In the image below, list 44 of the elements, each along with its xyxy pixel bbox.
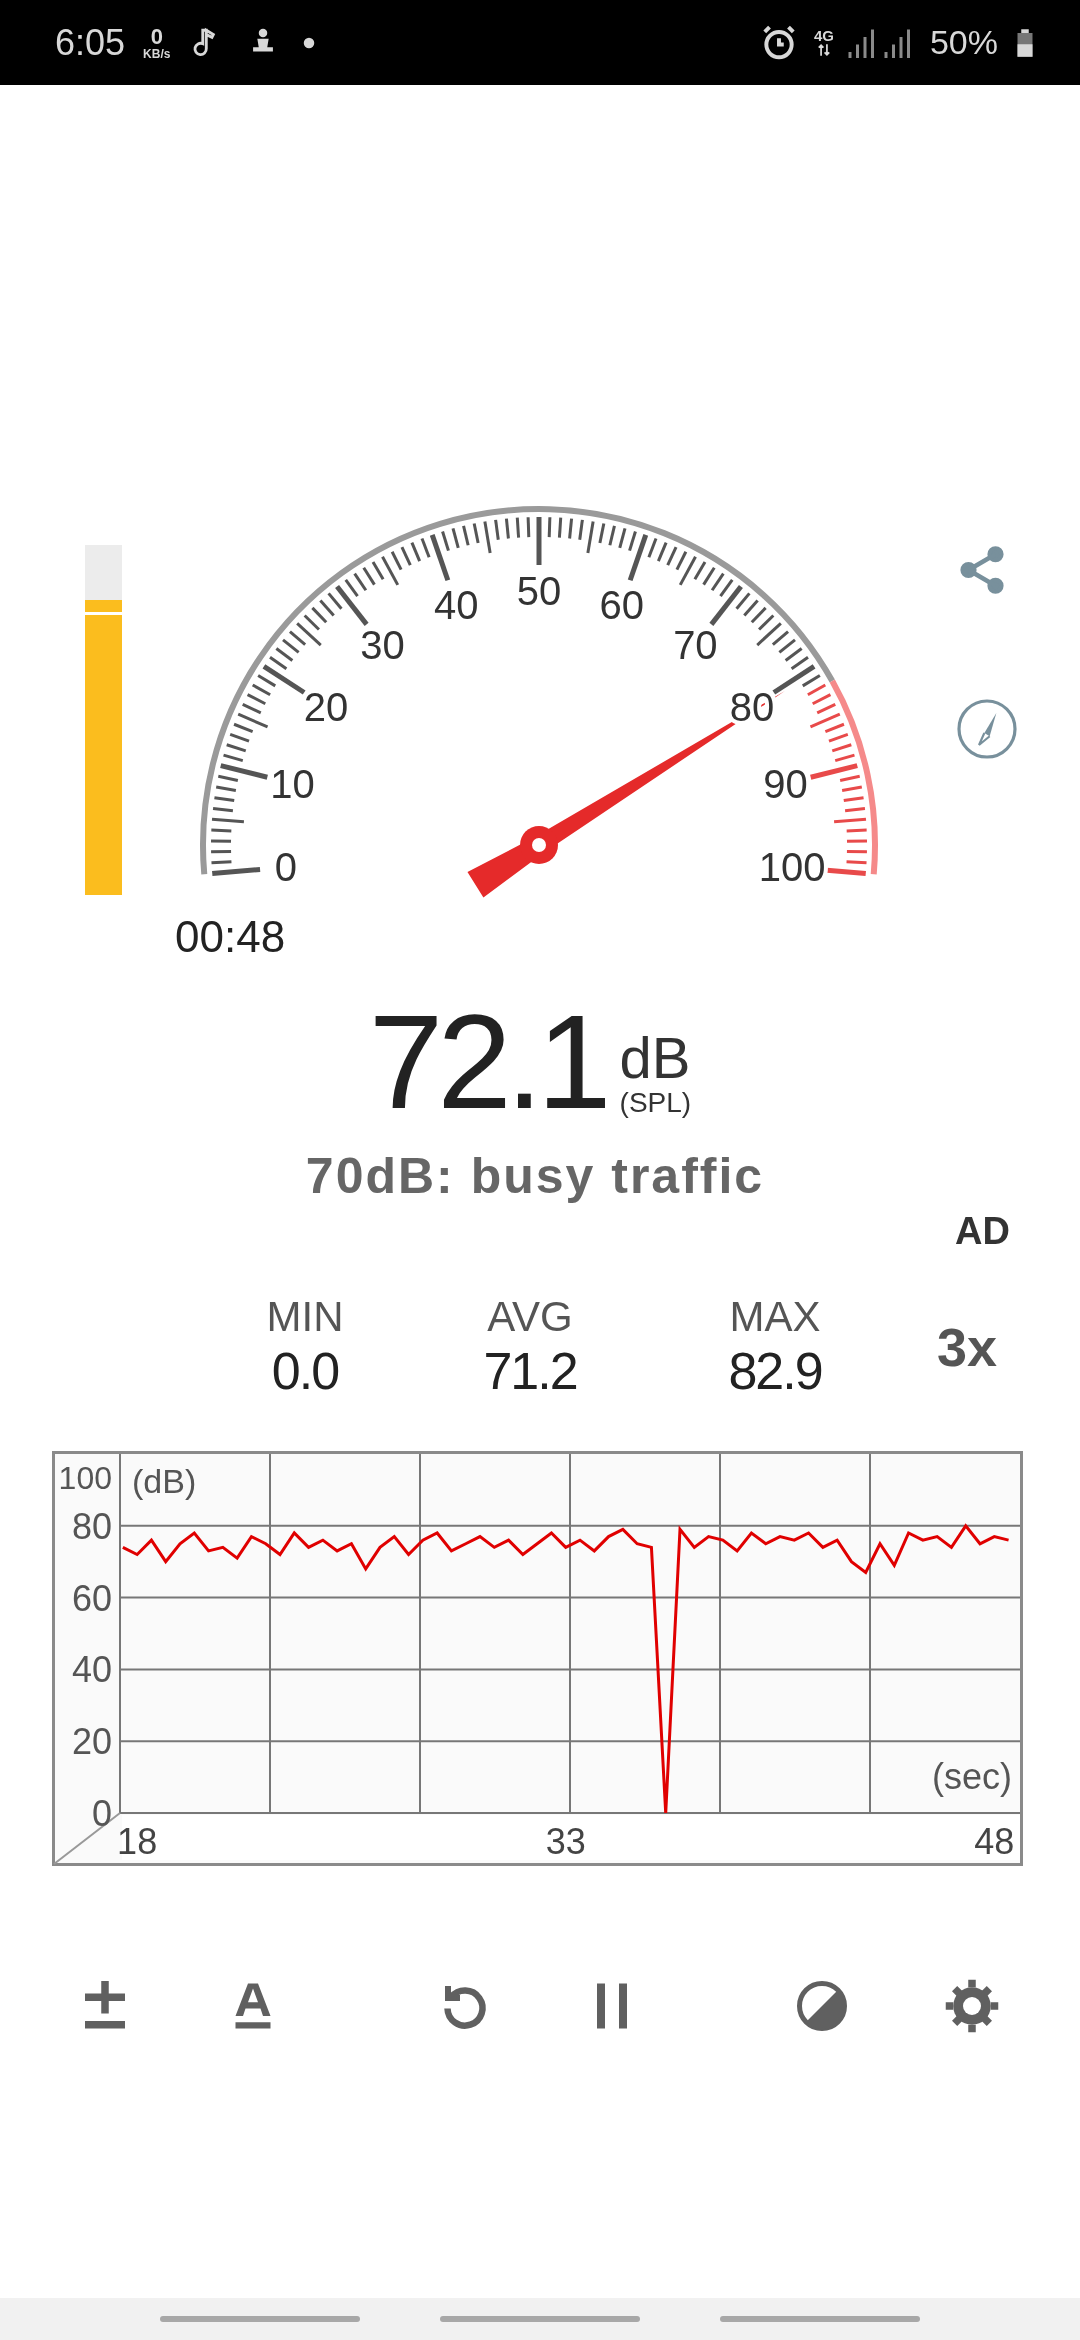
elapsed-time: 00:48 bbox=[175, 912, 286, 961]
nav-handle[interactable] bbox=[720, 2316, 920, 2322]
gauge-label: 30 bbox=[360, 622, 405, 667]
compass-icon[interactable] bbox=[955, 697, 1019, 761]
gauge-label: 60 bbox=[599, 582, 644, 627]
gauge-label: 20 bbox=[303, 684, 349, 729]
speed-label[interactable]: 3x bbox=[905, 1316, 998, 1378]
noise-description: 70dB: busy traffic bbox=[304, 1147, 766, 1205]
y-axis-label: 60 bbox=[71, 1577, 112, 1619]
network-speed-unit: KB/s bbox=[143, 47, 171, 60]
gauge-label: 0 bbox=[274, 845, 298, 890]
gauge-label: 100 bbox=[758, 845, 826, 890]
ad-label: AD bbox=[955, 1210, 1010, 1253]
nav-handle[interactable] bbox=[160, 2316, 360, 2322]
y-axis-label: 20 bbox=[71, 1721, 112, 1763]
weighting-label: (SPL) bbox=[619, 1087, 692, 1119]
battery-percent: 50% bbox=[929, 23, 998, 62]
gauge-label: 90 bbox=[763, 761, 808, 806]
stat-label: AVG bbox=[487, 1293, 573, 1341]
dot-icon bbox=[302, 35, 317, 50]
stat-value: 71.2 bbox=[483, 1341, 577, 1401]
unit-label: dB bbox=[619, 1029, 692, 1087]
y-axis-label: 40 bbox=[71, 1649, 112, 1691]
gauge-label: 50 bbox=[516, 569, 562, 613]
x-axis-label: 18 bbox=[117, 1821, 158, 1862]
y-axis-unit: (dB) bbox=[132, 1462, 197, 1500]
x-axis-label: 48 bbox=[974, 1821, 1015, 1862]
gauge-label: 10 bbox=[270, 761, 315, 806]
stat-label: MAX bbox=[729, 1293, 821, 1341]
x-axis-unit: (sec) bbox=[932, 1756, 1012, 1797]
nav-handle[interactable] bbox=[440, 2316, 640, 2322]
status-time: 6:05 bbox=[55, 21, 126, 64]
stat-label: MIN bbox=[266, 1293, 344, 1341]
stat-value: 82.9 bbox=[728, 1341, 822, 1401]
y-axis-label: 0 bbox=[91, 1793, 112, 1834]
network-type: 4G bbox=[813, 28, 834, 43]
gauge-label: 40 bbox=[434, 582, 479, 627]
decibel-reading: 72.1 bbox=[368, 995, 606, 1129]
gauge-label: 70 bbox=[673, 622, 718, 667]
y-axis-label: 80 bbox=[71, 1505, 112, 1547]
network-speed-value: 0 bbox=[150, 25, 163, 48]
stat-value: 0.0 bbox=[271, 1341, 339, 1401]
y-axis-label: 100 bbox=[58, 1460, 112, 1496]
x-axis-label: 33 bbox=[545, 1821, 586, 1862]
